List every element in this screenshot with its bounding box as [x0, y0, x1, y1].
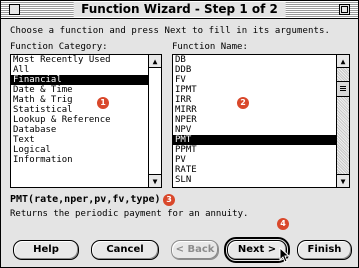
- help-button[interactable]: Help: [13, 240, 79, 260]
- category-list-item[interactable]: Statistical: [11, 105, 149, 115]
- function-list-item[interactable]: PV: [173, 155, 337, 165]
- category-list-item[interactable]: Information: [11, 155, 149, 165]
- category-list-item[interactable]: Lookup & Reference: [11, 115, 149, 125]
- function-list-item[interactable]: PPMT: [173, 145, 337, 155]
- function-description: Returns the periodic payment for an annu…: [10, 209, 249, 219]
- finish-button[interactable]: Finish: [297, 240, 352, 260]
- close-box-icon[interactable]: [9, 4, 20, 15]
- function-name-list[interactable]: DB DDB FV IPMT IRR MIRR NPER NPV PMT PPMT PV RATE SL…: [172, 54, 350, 188]
- scroll-down-arrow-icon[interactable]: ▼: [337, 174, 349, 187]
- scroll-up-arrow-icon[interactable]: ▲: [149, 55, 161, 68]
- category-list-item[interactable]: Logical: [11, 145, 149, 155]
- scroll-down-arrow-icon[interactable]: ▼: [149, 174, 161, 187]
- cancel-button[interactable]: Cancel: [91, 240, 159, 260]
- category-list-item[interactable]: Math & Trig: [11, 95, 149, 105]
- callout-badge-2: 2: [237, 97, 249, 109]
- function-list-item[interactable]: IRR: [173, 95, 337, 105]
- function-list-item[interactable]: FV: [173, 75, 337, 85]
- category-list-item[interactable]: Text: [11, 135, 149, 145]
- function-name-label: Function Name:: [172, 42, 248, 52]
- mouse-pointer-icon: [279, 247, 291, 263]
- back-button[interactable]: < Back: [171, 240, 219, 260]
- dialog-title: Function Wizard - Step 1 of 2: [73, 2, 286, 17]
- function-list-item[interactable]: NPER: [173, 115, 337, 125]
- category-list-item[interactable]: Date & Time: [11, 85, 149, 95]
- scroll-thumb[interactable]: [337, 81, 349, 97]
- category-scrollbar[interactable]: ▲ ▼: [148, 55, 161, 187]
- next-button[interactable]: Next >: [224, 237, 290, 263]
- zoom-box-icon[interactable]: [339, 4, 350, 15]
- category-list-item[interactable]: All: [11, 65, 149, 75]
- function-scrollbar[interactable]: ▲ ▼: [336, 55, 349, 187]
- function-list-item[interactable]: MIRR: [173, 105, 337, 115]
- function-list-item[interactable]: IPMT: [173, 85, 337, 95]
- callout-badge-1: 1: [97, 97, 109, 109]
- function-list-item[interactable]: SLN: [173, 175, 337, 185]
- category-list-item[interactable]: Database: [11, 125, 149, 135]
- title-bar[interactable]: Function Wizard - Step 1 of 2: [1, 1, 358, 19]
- function-list-item[interactable]: NPV: [173, 125, 337, 135]
- scroll-up-arrow-icon[interactable]: ▲: [337, 55, 349, 68]
- function-list-item[interactable]: DDB: [173, 65, 337, 75]
- function-list-item[interactable]: RATE: [173, 165, 337, 175]
- callout-badge-4: 4: [277, 218, 289, 230]
- category-list-item[interactable]: Financial: [11, 75, 149, 85]
- function-wizard-dialog: Function Wizard - Step 1 of 2 Choose a f…: [0, 0, 359, 268]
- category-list-item[interactable]: Most Recently Used: [11, 55, 149, 65]
- function-category-label: Function Category:: [10, 42, 108, 52]
- instruction-text: Choose a function and press Next to fill…: [10, 26, 331, 36]
- function-list-item[interactable]: PMT: [173, 135, 337, 145]
- function-category-list[interactable]: Most Recently Used All Financial Date & Tim…: [10, 54, 162, 188]
- callout-badge-3: 3: [163, 194, 175, 206]
- function-syntax: PMT(rate,nper,pv,fv,type): [10, 194, 161, 205]
- function-list-item[interactable]: DB: [173, 55, 337, 65]
